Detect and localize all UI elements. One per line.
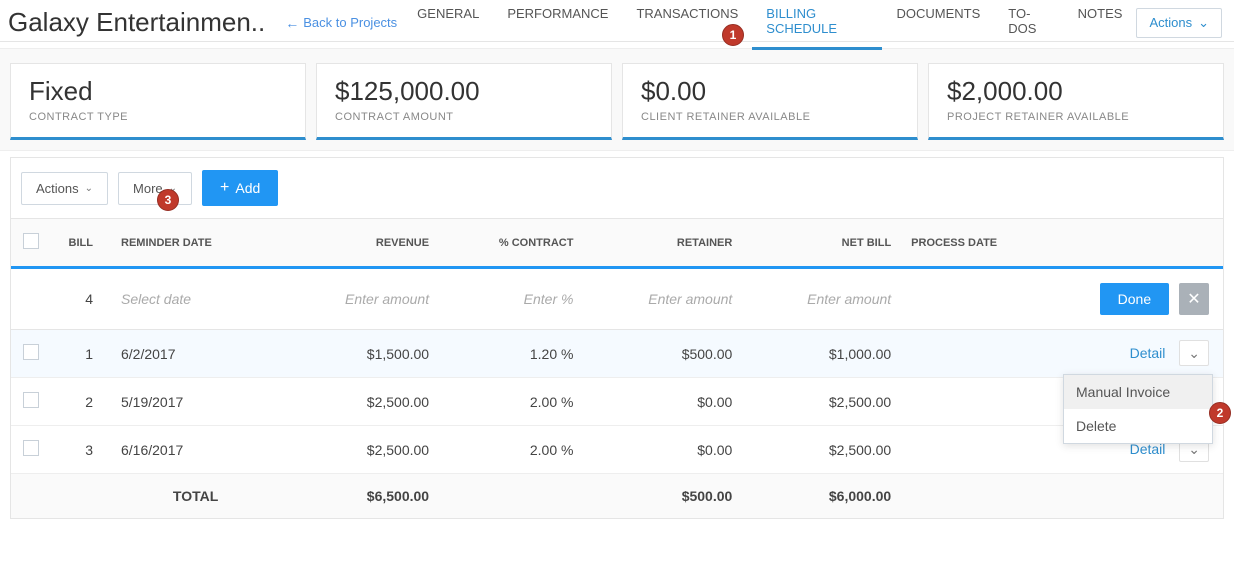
stat-contract-type: Fixed CONTRACT TYPE <box>10 63 306 140</box>
total-label: TOTAL <box>111 474 280 519</box>
menu-item-manual-invoice[interactable]: Manual Invoice <box>1064 375 1212 409</box>
row-menu-button[interactable]: ⌄ <box>1179 340 1209 366</box>
cell-date: 6/16/2017 <box>111 426 280 474</box>
chevron-down-icon: ⌄ <box>1198 15 1209 31</box>
cell-retainer: $0.00 <box>583 426 742 474</box>
tab-general[interactable]: GENERAL <box>403 0 493 50</box>
select-all-checkbox[interactable] <box>23 233 39 249</box>
stat-client-retainer: $0.00 CLIENT RETAINER AVAILABLE <box>622 63 918 140</box>
new-bill-row: 4 Select date Enter amount Enter % Enter… <box>11 268 1223 330</box>
col-net-bill: NET BILL <box>742 219 901 268</box>
cell-process-date <box>901 426 1063 474</box>
stat-label: CLIENT RETAINER AVAILABLE <box>641 111 899 123</box>
retainer-input[interactable]: Enter amount <box>648 291 732 307</box>
cell-retainer: $0.00 <box>583 378 742 426</box>
total-retainer: $500.00 <box>583 474 742 519</box>
col-bill: BILL <box>51 219 111 268</box>
close-icon: ✕ <box>1187 291 1200 308</box>
total-net: $6,000.00 <box>742 474 901 519</box>
annotation-badge-1: 1 <box>722 24 744 46</box>
row-checkbox[interactable] <box>23 392 39 408</box>
col-actions <box>1063 219 1223 268</box>
stat-label: PROJECT RETAINER AVAILABLE <box>947 111 1205 123</box>
cell-revenue: $2,500.00 <box>280 426 439 474</box>
col-reminder-date: REMINDER DATE <box>111 219 280 268</box>
cell-process-date <box>901 330 1063 378</box>
add-button[interactable]: + Add <box>202 170 278 206</box>
cell-pct: 2.00 % <box>439 378 583 426</box>
annotation-badge-2: 2 <box>1209 402 1231 424</box>
billing-table: BILL REMINDER DATE REVENUE % CONTRACT RE… <box>11 218 1223 518</box>
table-actions-button[interactable]: Actions ⌄ <box>21 172 108 205</box>
col-checkbox <box>11 219 51 268</box>
chevron-down-icon: ⌄ <box>1188 345 1200 361</box>
cell-net: $2,500.00 <box>742 378 901 426</box>
page-header: Galaxy Entertainmen.. Back to Projects G… <box>0 0 1234 42</box>
cell-pct: 2.00 % <box>439 426 583 474</box>
tab-performance[interactable]: PERFORMANCE <box>493 0 622 50</box>
stat-label: CONTRACT TYPE <box>29 111 287 123</box>
col-retainer: RETAINER <box>583 219 742 268</box>
page-title: Galaxy Entertainmen.. <box>8 7 265 38</box>
tab-bar: GENERAL PERFORMANCE TRANSACTIONS BILLING… <box>403 0 1136 50</box>
cell-revenue: $2,500.00 <box>280 378 439 426</box>
cell-retainer: $500.00 <box>583 330 742 378</box>
pct-input[interactable]: Enter % <box>524 291 574 307</box>
table-row: 3 6/16/2017 $2,500.00 2.00 % $0.00 $2,50… <box>11 426 1223 474</box>
tab-documents[interactable]: DOCUMENTS <box>882 0 994 50</box>
table-row: 1 6/2/2017 $1,500.00 1.20 % $500.00 $1,0… <box>11 330 1223 378</box>
stat-contract-amount: $125,000.00 CONTRACT AMOUNT <box>316 63 612 140</box>
cell-date: 6/2/2017 <box>111 330 280 378</box>
col-revenue: REVENUE <box>280 219 439 268</box>
stats-row: Fixed CONTRACT TYPE $125,000.00 CONTRACT… <box>0 48 1234 151</box>
annotation-badge-3: 3 <box>157 189 179 211</box>
row-checkbox[interactable] <box>23 440 39 456</box>
back-to-projects-link[interactable]: Back to Projects <box>285 15 397 31</box>
total-row: TOTAL $6,500.00 $500.00 $6,000.00 <box>11 474 1223 519</box>
col-contract-pct: % CONTRACT <box>439 219 583 268</box>
cell-bill: 2 <box>51 378 111 426</box>
detail-link[interactable]: Detail <box>1130 345 1166 361</box>
tab-billing-schedule[interactable]: BILLING SCHEDULE <box>752 0 882 50</box>
header-actions-label: Actions <box>1149 15 1192 30</box>
row-dropdown-menu: Manual Invoice Delete <box>1063 374 1213 444</box>
stat-value: $0.00 <box>641 76 899 107</box>
chevron-down-icon: ⌄ <box>85 183 93 194</box>
stat-value: $125,000.00 <box>335 76 593 107</box>
cell-revenue: $1,500.00 <box>280 330 439 378</box>
cell-bill: 1 <box>51 330 111 378</box>
cell-date: 5/19/2017 <box>111 378 280 426</box>
total-revenue: $6,500.00 <box>280 474 439 519</box>
plus-icon: + <box>220 179 229 197</box>
table-more-button[interactable]: More ⌄ <box>118 172 192 205</box>
cell-bill: 3 <box>51 426 111 474</box>
billing-table-container: Actions ⌄ More ⌄ + Add BILL REMINDER DAT… <box>10 157 1224 519</box>
cell-process-date <box>901 378 1063 426</box>
stat-project-retainer: $2,000.00 PROJECT RETAINER AVAILABLE <box>928 63 1224 140</box>
btn-label: Actions <box>36 181 79 196</box>
tab-todos[interactable]: TO-DOS <box>994 0 1063 50</box>
cell-net: $1,000.00 <box>742 330 901 378</box>
date-input[interactable]: Select date <box>121 291 191 307</box>
table-row: 2 5/19/2017 $2,500.00 2.00 % $0.00 $2,50… <box>11 378 1223 426</box>
close-button[interactable]: ✕ <box>1179 283 1209 315</box>
revenue-input[interactable]: Enter amount <box>345 291 429 307</box>
row-checkbox[interactable] <box>23 344 39 360</box>
netbill-input[interactable]: Enter amount <box>807 291 891 307</box>
header-actions-button[interactable]: Actions ⌄ <box>1136 8 1222 38</box>
menu-item-delete[interactable]: Delete <box>1064 409 1212 443</box>
tab-notes[interactable]: NOTES <box>1064 0 1137 50</box>
stat-value: $2,000.00 <box>947 76 1205 107</box>
table-toolbar: Actions ⌄ More ⌄ + Add <box>11 158 1223 218</box>
new-bill-number: 4 <box>51 268 111 330</box>
stat-value: Fixed <box>29 76 287 107</box>
col-process-date: PROCESS DATE <box>901 219 1063 268</box>
cell-pct: 1.20 % <box>439 330 583 378</box>
done-button[interactable]: Done <box>1100 283 1169 315</box>
btn-label: Add <box>235 180 260 196</box>
cell-net: $2,500.00 <box>742 426 901 474</box>
stat-label: CONTRACT AMOUNT <box>335 111 593 123</box>
